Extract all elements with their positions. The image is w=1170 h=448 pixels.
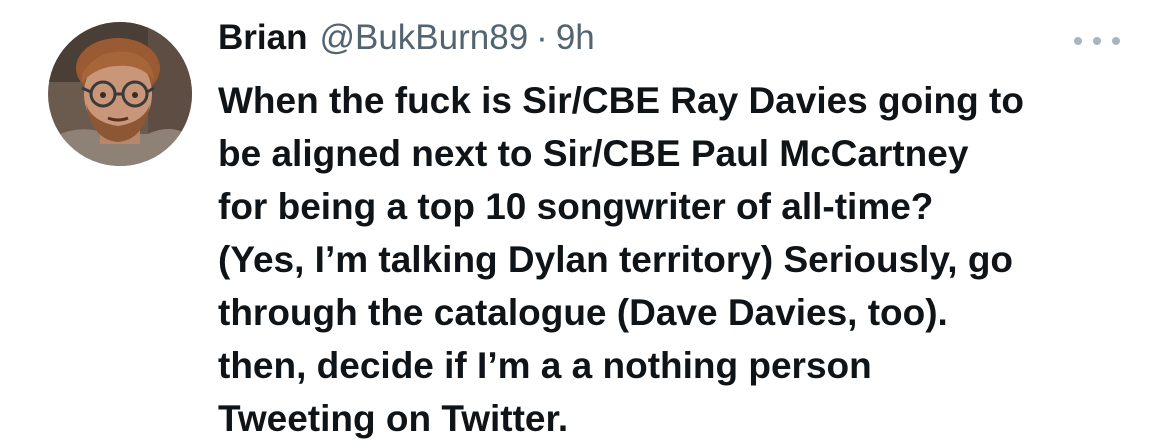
- more-horizontal-icon[interactable]: [1074, 28, 1120, 54]
- tweet-text-line: then, decide if I’m a a nothing person: [218, 345, 872, 386]
- tweet-header: Brian @BukBurn89 · 9h: [218, 18, 595, 62]
- more-dot: [1112, 37, 1120, 45]
- tweet-text-line: (Yes, I’m talking Dylan territory) Serio…: [218, 239, 1014, 280]
- tweet-text: When the fuck is Sir/CBE Ray Davies goin…: [218, 74, 1158, 445]
- tweet-text-line: Tweeting on Twitter.: [218, 398, 569, 439]
- tweet-text-line: be aligned next to Sir/CBE Paul McCartne…: [218, 133, 969, 174]
- avatar-image: [48, 22, 192, 166]
- separator-dot: ·: [536, 18, 548, 57]
- tweet-text-line: through the catalogue (Dave Davies, too)…: [218, 292, 948, 333]
- more-dot: [1074, 37, 1082, 45]
- display-name[interactable]: Brian: [218, 18, 307, 58]
- tweet[interactable]: Brian @BukBurn89 · 9h When the fuck is S…: [0, 0, 1170, 448]
- tweet-text-line: for being a top 10 songwriter of all-tim…: [218, 186, 934, 227]
- avatar[interactable]: [48, 22, 192, 166]
- timestamp[interactable]: 9h: [556, 18, 595, 58]
- user-handle[interactable]: @BukBurn89: [319, 18, 528, 58]
- more-dot: [1093, 37, 1101, 45]
- tweet-text-line: When the fuck is Sir/CBE Ray Davies goin…: [218, 80, 1024, 121]
